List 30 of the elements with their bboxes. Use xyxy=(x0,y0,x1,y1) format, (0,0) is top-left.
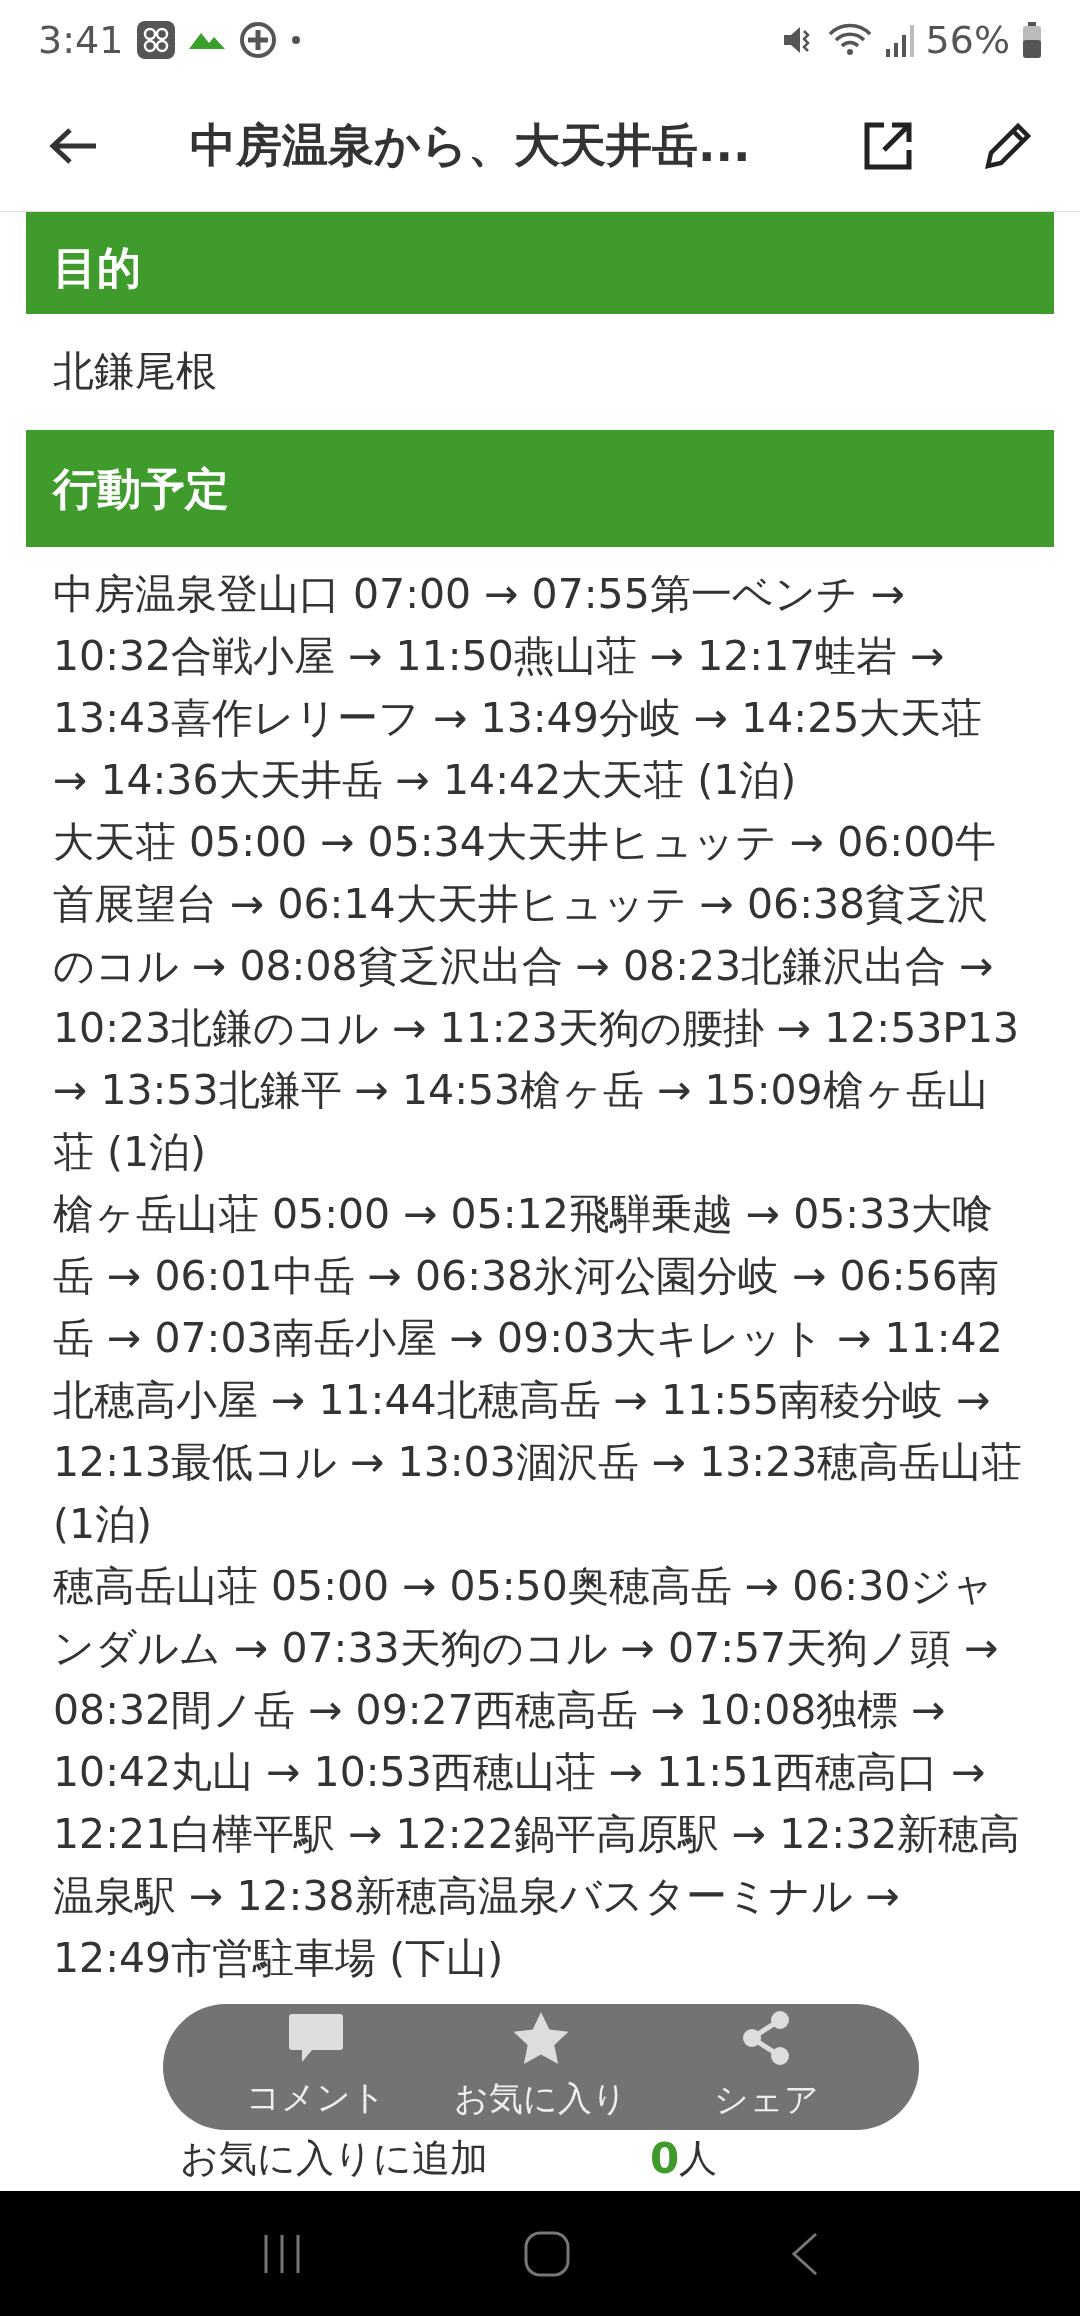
paragraph: 北鎌尾根 xyxy=(53,346,218,397)
app-grid-icon xyxy=(137,21,176,59)
back-icon[interactable] xyxy=(790,2231,820,2276)
paragraph: 槍ヶ岳山荘 05:00 → 05:12飛騨乗越 → 05:33大喰岳 → 06:01中岳 → 06:38氷河公園分岐 → 06:56南岳 → 07:03南岳小屋 → 09:03大キレット → 11:42北穂高小屋 → 11:44北穂高岳 → 11:55南稜分岐 → 12:13最低コル → 13:03涸沢岳 → 13:23穂高岳山荘 (1泊) xyxy=(53,1189,1024,1550)
signal-icon xyxy=(883,23,914,57)
share-button[interactable]: シェア xyxy=(653,2009,879,2125)
wifi-icon xyxy=(827,22,872,58)
back-arrow-icon[interactable] xyxy=(48,125,98,166)
status-time: 3:41 xyxy=(38,16,124,64)
page-title: 中房温泉から、大天井岳... xyxy=(190,118,751,172)
dot-icon xyxy=(291,35,302,45)
mountain-icon xyxy=(189,31,226,49)
battery-percent: 56% xyxy=(925,16,1010,64)
paragraph: 穂高岳山荘 05:00 → 05:50奥穂高岳 → 06:30ジャンダルム → 07:33天狗のコル → 07:57天狗ノ頭 → 08:32間ノ岳 → 09:27西穂高岳 → 10:08独標 → 10:42丸山 → 10:53西穂山荘 → 11:51西穂高口 → 12:21白樺平駅 → 12:22鍋平高原駅 → 12:32新穂高温泉駅 → 12:38新穂高温泉バスターミナル → 12:49市営駐車場 (下山) xyxy=(53,1561,1022,1984)
section-heading: 行動予定 xyxy=(26,430,1054,547)
home-icon[interactable] xyxy=(524,2230,570,2277)
external-link-icon[interactable] xyxy=(864,121,912,170)
favorite-add-label: お気に入りに追加 xyxy=(180,2134,489,2182)
star-icon xyxy=(513,2010,569,2065)
comment-button[interactable]: コメント xyxy=(203,2011,429,2123)
battery-icon xyxy=(1022,22,1042,58)
plus-circle-icon xyxy=(239,21,278,59)
favorite-unit: 人 xyxy=(679,2134,718,2182)
speech-bubble-icon xyxy=(287,2011,344,2064)
paragraph: 中房温泉登山口 07:00 → 07:55第一ベンチ → 10:32合戦小屋 → 11:50燕山荘 → 12:17蛙岩 → 13:43喜作レリーフ → 13:49分岐 → 14:25大天荘 → 14:36大天井岳 → 14:42大天荘 (1泊) xyxy=(53,569,984,806)
section-heading: 目的 xyxy=(26,212,1054,314)
favorite-button[interactable]: お気に入り xyxy=(428,2010,654,2124)
paragraph: 大天荘 05:00 → 05:34大天井ヒュッテ → 06:00牛首展望台 → 06:14大天井ヒュッテ → 06:38貧乏沢のコル → 08:08貧乏沢出合 → 08:23北鎌沢出合 → 10:23北鎌のコル → 11:23天狗の腰掛 → 12:53P13 → 13:53北鎌平 → 14:53槍ヶ岳 → 15:09槍ヶ岳山荘 (1泊) xyxy=(53,817,1021,1178)
edit-pencil-icon[interactable] xyxy=(984,121,1032,170)
favorite-count: 0 xyxy=(650,2132,680,2185)
